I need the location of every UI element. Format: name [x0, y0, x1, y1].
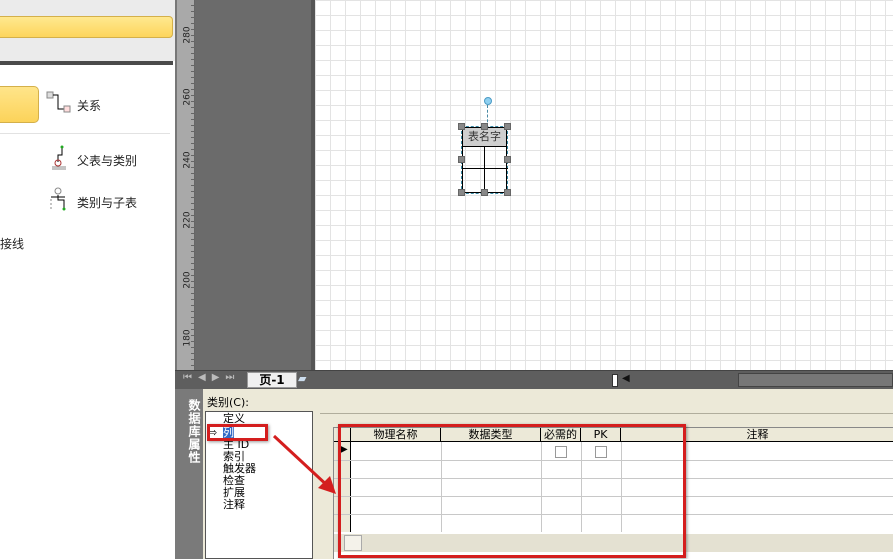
scroll-left-icon[interactable]: ◀ [622, 373, 630, 384]
resize-handle[interactable] [481, 123, 488, 130]
annotation-arrow-icon [272, 434, 336, 494]
stencil-item-parent-category[interactable]: 父表与类别 [50, 145, 137, 173]
ruler-label: 200 [182, 271, 193, 289]
category-child-icon [50, 187, 66, 211]
entity-shape[interactable]: 表名字 [458, 96, 511, 196]
highlight-box-grid [338, 424, 686, 558]
resize-handle[interactable] [504, 189, 511, 196]
category-item[interactable]: 定义 [223, 413, 245, 424]
page-tab-bar: ⏮◀▶⏭ 页-1 ▰ ◀ [175, 370, 893, 389]
ruler-label: 240 [182, 151, 193, 169]
stencil-item-label: 类别与子表 [77, 196, 138, 210]
resize-handle[interactable] [458, 123, 465, 130]
highlight-box-columns-category [207, 424, 268, 441]
resize-handle[interactable] [504, 156, 511, 163]
entity-body [462, 146, 508, 193]
resize-handle[interactable] [458, 189, 465, 196]
drawing-canvas[interactable] [315, 0, 893, 370]
panel-title: 数据库属性 [175, 389, 203, 559]
separator [0, 133, 170, 134]
category-item[interactable]: 扩展 [223, 487, 245, 498]
tab-page-1[interactable]: 页-1 [247, 372, 297, 388]
ruler-label: 220 [182, 211, 193, 229]
ruler-label: 180 [182, 329, 193, 347]
stencil-item-relationship[interactable]: 关系 [46, 90, 101, 118]
category-item[interactable]: 注释 [223, 499, 245, 510]
vertical-ruler: 280 260 240 220 200 180 [175, 0, 195, 370]
category-item[interactable]: 索引 [223, 451, 245, 462]
stencil-item-connector[interactable]: 接线 [0, 235, 24, 252]
resize-handle[interactable] [458, 156, 465, 163]
entity-title[interactable]: 表名字 [462, 127, 507, 147]
insert-page-icon[interactable]: ▰ [298, 372, 306, 385]
page-nav-icons[interactable]: ⏮◀▶⏭ [183, 372, 240, 383]
relationship-icon [46, 91, 71, 113]
stencil-item-label: 父表与类别 [77, 154, 138, 168]
stencil-item-label: 关系 [77, 99, 102, 113]
divider [0, 61, 173, 65]
category-label: 类别(C): [207, 396, 249, 409]
stencil-item-category-child[interactable]: 类别与子表 [50, 187, 137, 215]
selected-stencil-item[interactable] [0, 86, 39, 123]
category-item[interactable]: 触发器 [223, 463, 256, 474]
horizontal-scrollbar-thumb[interactable] [738, 373, 893, 387]
resize-handle[interactable] [504, 123, 511, 130]
resize-handle[interactable] [481, 189, 488, 196]
parent-category-icon [52, 145, 66, 170]
stencil-title-bar[interactable] [0, 16, 173, 38]
ruler-label: 280 [182, 26, 193, 44]
ruler-label: 260 [182, 88, 193, 106]
scroll-splitter[interactable] [612, 374, 618, 387]
separator [320, 413, 893, 414]
rotation-handle[interactable] [484, 97, 492, 105]
canvas-margin [195, 0, 315, 370]
category-item[interactable]: 检查 [223, 475, 245, 486]
